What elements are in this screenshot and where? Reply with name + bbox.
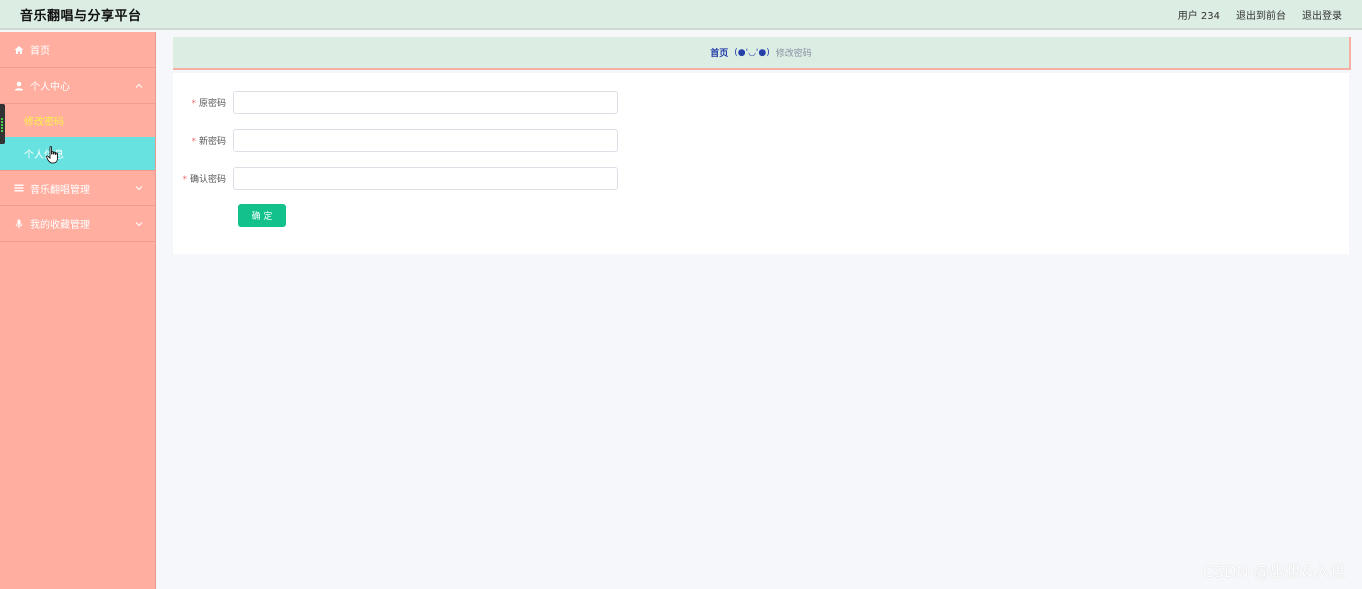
sidebar-subitem-personal-info[interactable]: 个人信息 [0, 137, 155, 170]
chevron-down-icon [135, 186, 143, 191]
sidebar-resize-handle[interactable] [0, 104, 5, 144]
breadcrumb-separator: (●'◡'●) [734, 47, 770, 58]
user-icon [14, 81, 24, 91]
old-password-input[interactable] [233, 91, 618, 114]
breadcrumb: 首页 (●'◡'●) 修改密码 [173, 37, 1351, 70]
watermark: CSDN @出世&入世 [1202, 562, 1346, 581]
sidebar-subitem-label: 修改密码 [24, 117, 64, 128]
current-user: 用户 234 [1177, 10, 1220, 22]
sidebar-subitem-change-password[interactable]: 修改密码 [0, 104, 155, 137]
sidebar-item-home[interactable]: 首页 [0, 32, 155, 68]
breadcrumb-home-link[interactable]: 首页 [710, 46, 728, 59]
app-title: 音乐翻唱与分享平台 [20, 8, 142, 24]
sidebar-item-music-cover-management[interactable]: 音乐翻唱管理 [0, 170, 155, 206]
confirm-password-label: * 确认密码 [182, 175, 226, 185]
sidebar: 首页 个人中心 修改密码 个人信息 音乐翻唱管理 我的收藏管理 [0, 32, 156, 589]
sidebar-item-personal-center[interactable]: 个人中心 [0, 68, 155, 104]
old-password-label: * 原密码 [191, 99, 226, 109]
chevron-up-icon [135, 83, 143, 88]
back-to-front-link[interactable]: 退出到前台 [1236, 7, 1286, 22]
microphone-icon [14, 219, 24, 229]
home-icon [14, 45, 24, 55]
sidebar-item-label: 首页 [30, 46, 50, 57]
breadcrumb-current: 修改密码 [775, 49, 812, 59]
new-password-input[interactable] [233, 129, 618, 152]
user-menu: 用户 234 退出到前台 退出登录 [1178, 7, 1342, 22]
sidebar-item-label: 我的收藏管理 [30, 220, 90, 231]
sidebar-item-label: 音乐翻唱管理 [30, 184, 90, 196]
new-password-label: * 新密码 [191, 137, 226, 147]
sidebar-item-my-favorites-management[interactable]: 我的收藏管理 [0, 206, 155, 242]
logout-link[interactable]: 退出登录 [1302, 7, 1342, 22]
form-row-new-password: * 新密码 [173, 129, 618, 152]
chevron-down-icon [135, 221, 143, 226]
confirm-password-input[interactable] [233, 167, 618, 190]
form-row-confirm-password: * 确认密码 [173, 167, 618, 190]
hand-cursor-icon [46, 146, 58, 164]
top-bar: 音乐翻唱与分享平台 用户 234 退出到前台 退出登录 [0, 0, 1362, 30]
sidebar-item-label: 个人中心 [30, 82, 70, 93]
change-password-form: * 原密码 * 新密码 * 确认密码 确 定 [173, 73, 1349, 254]
list-icon [14, 183, 24, 193]
confirm-button[interactable]: 确 定 [238, 204, 286, 227]
form-row-old-password: * 原密码 [173, 91, 618, 114]
